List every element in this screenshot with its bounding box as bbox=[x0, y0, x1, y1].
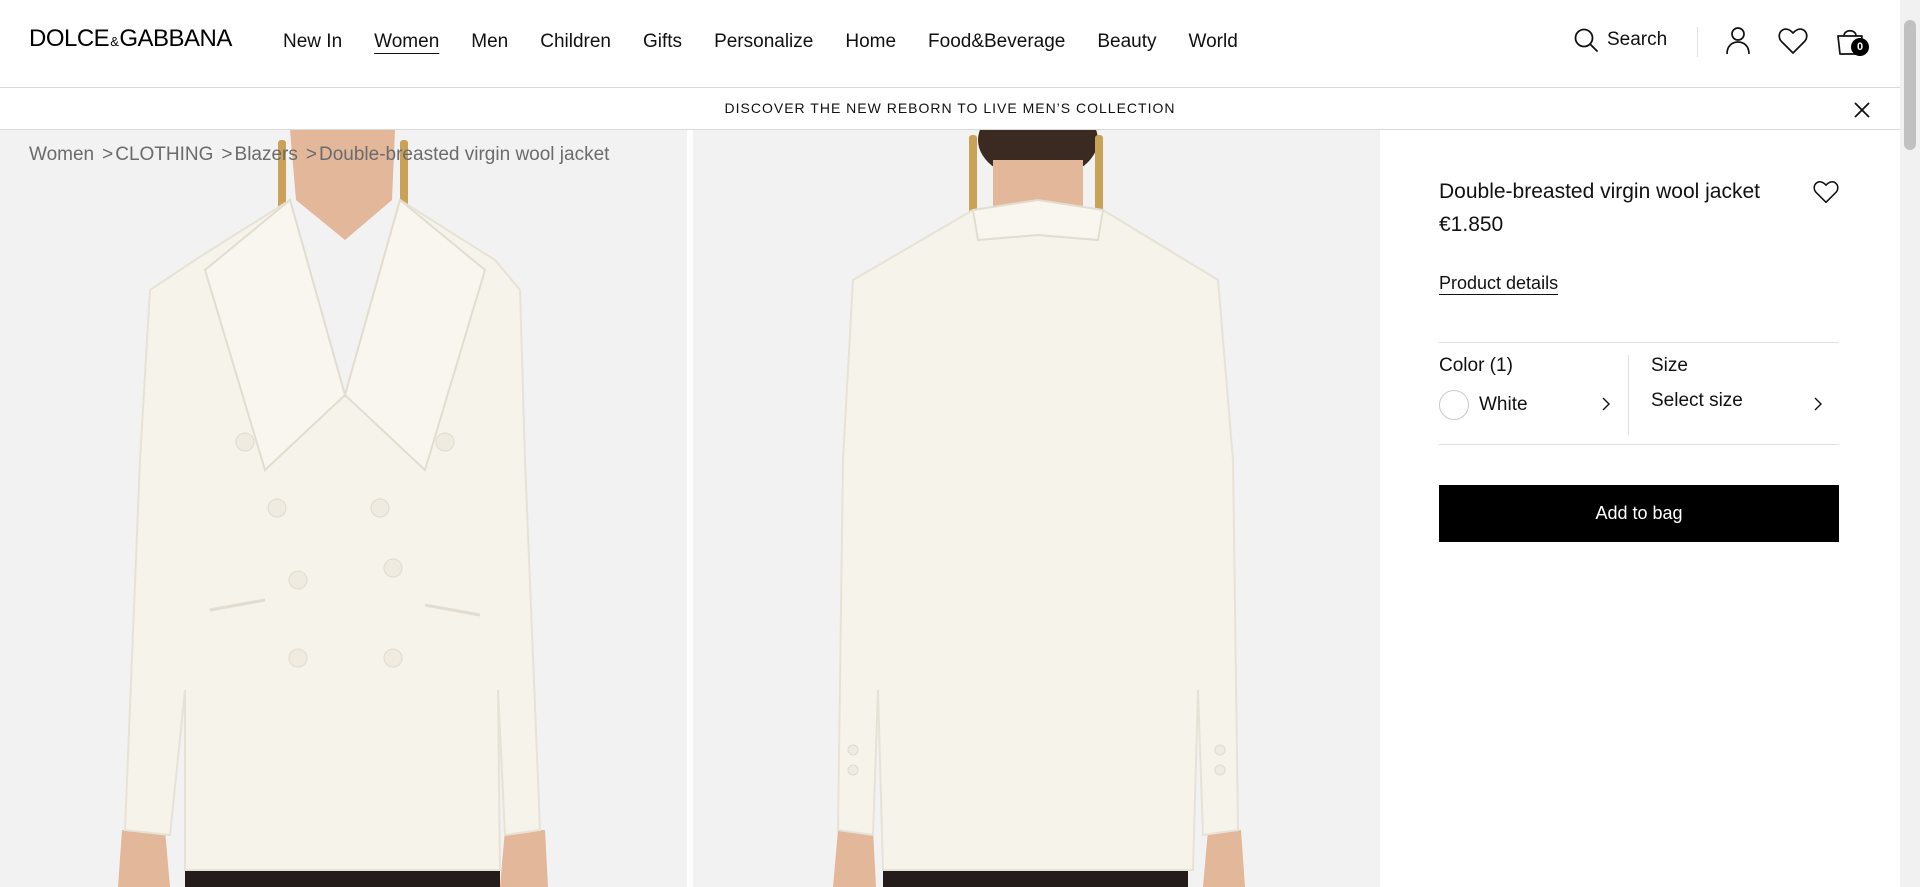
breadcrumb-blazers[interactable]: Blazers bbox=[235, 144, 298, 166]
nav-item-world[interactable]: World bbox=[1189, 29, 1238, 55]
nav-item-food-beverage[interactable]: Food&Beverage bbox=[928, 29, 1065, 55]
add-to-wishlist-button[interactable] bbox=[1813, 180, 1839, 206]
wishlist-button[interactable] bbox=[1776, 24, 1810, 58]
size-placeholder: Select size bbox=[1651, 390, 1743, 411]
product-title: Double-breasted virgin wool jacket bbox=[1439, 180, 1760, 203]
nav-item-home[interactable]: Home bbox=[845, 29, 896, 55]
nav-item-women[interactable]: Women bbox=[374, 29, 439, 55]
product-image-front[interactable] bbox=[0, 130, 687, 887]
divider bbox=[1439, 342, 1839, 343]
nav-item-beauty[interactable]: Beauty bbox=[1097, 29, 1156, 55]
product-image-back[interactable] bbox=[693, 130, 1380, 887]
account-button[interactable] bbox=[1721, 24, 1755, 58]
breadcrumb-separator: > bbox=[102, 144, 114, 165]
jacket-back-illustration bbox=[693, 130, 1380, 887]
product-details-link[interactable]: Product details bbox=[1439, 273, 1558, 294]
promo-banner: DISCOVER THE NEW REBORN TO LIVE MEN’S CO… bbox=[0, 88, 1900, 130]
divider bbox=[1439, 444, 1839, 445]
jacket-front-illustration bbox=[0, 130, 687, 887]
promo-close-button[interactable] bbox=[1848, 96, 1876, 124]
user-icon bbox=[1726, 27, 1750, 55]
breadcrumb-clothing[interactable]: CLOTHING bbox=[115, 144, 213, 166]
color-value: White bbox=[1439, 390, 1528, 420]
close-icon bbox=[1854, 102, 1870, 118]
size-selector[interactable]: Size Select size bbox=[1651, 355, 1839, 435]
scrollbar-thumb[interactable] bbox=[1904, 20, 1916, 150]
page-scrollbar[interactable] bbox=[1900, 0, 1920, 887]
color-label: Color (1) bbox=[1439, 355, 1513, 376]
nav-item-new-in[interactable]: New In bbox=[283, 29, 342, 55]
product-price: €1.850 bbox=[1439, 213, 1504, 236]
size-label: Size bbox=[1651, 355, 1688, 376]
color-selector[interactable]: Color (1) White bbox=[1439, 355, 1628, 435]
heart-icon bbox=[1813, 181, 1839, 204]
breadcrumb-current: Double-breasted virgin wool jacket bbox=[319, 144, 610, 165]
breadcrumb: Women > CLOTHING > Blazers > Double-brea… bbox=[29, 144, 609, 166]
promo-text[interactable]: DISCOVER THE NEW REBORN TO LIVE MEN’S CO… bbox=[0, 100, 1900, 116]
header-divider bbox=[1697, 27, 1698, 57]
heart-icon bbox=[1778, 28, 1808, 54]
nav-item-personalize[interactable]: Personalize bbox=[714, 29, 813, 55]
nav-item-men[interactable]: Men bbox=[471, 29, 508, 55]
chevron-right-icon bbox=[1814, 397, 1822, 411]
breadcrumb-women[interactable]: Women bbox=[29, 144, 94, 166]
main-nav: New In Women Men Children Gifts Personal… bbox=[283, 29, 1270, 55]
size-value: Select size bbox=[1651, 390, 1743, 412]
search-button[interactable]: Search bbox=[1573, 27, 1667, 53]
chevron-right-icon bbox=[1602, 397, 1610, 411]
selector-divider bbox=[1628, 355, 1629, 435]
bag-count-badge: 0 bbox=[1851, 38, 1869, 56]
bag-button[interactable]: 0 bbox=[1833, 24, 1869, 58]
search-label: Search bbox=[1607, 29, 1668, 50]
site-header: DOLCE&GABBANA New In Women Men Children … bbox=[0, 0, 1900, 88]
color-swatch bbox=[1439, 390, 1469, 420]
search-icon bbox=[1574, 28, 1598, 52]
nav-item-gifts[interactable]: Gifts bbox=[643, 29, 682, 55]
breadcrumb-separator: > bbox=[221, 144, 233, 165]
product-gallery bbox=[0, 130, 1380, 887]
brand-logo[interactable]: DOLCE&GABBANA bbox=[29, 24, 232, 57]
breadcrumb-separator: > bbox=[305, 144, 317, 165]
nav-item-children[interactable]: Children bbox=[540, 29, 611, 55]
add-to-bag-button[interactable]: Add to bag bbox=[1439, 485, 1839, 542]
color-name: White bbox=[1479, 394, 1528, 415]
